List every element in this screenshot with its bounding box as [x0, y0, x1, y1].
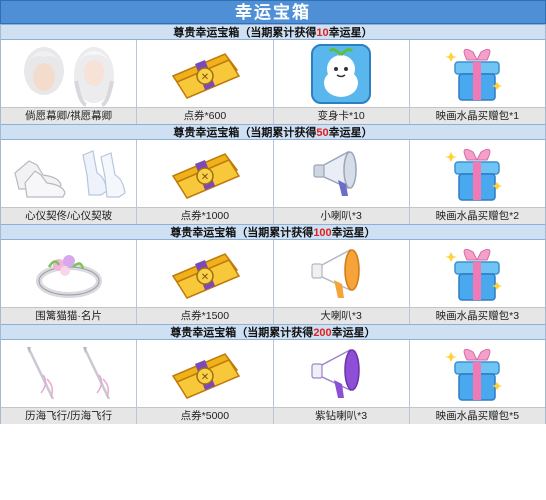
gold-voucher-icon: ✕	[171, 352, 240, 399]
lucky-box-sheet: 幸运宝箱 尊贵幸运宝箱（当期累计获得10幸运星） 倘愿幕卿/祺愿幕卿 ✕ 点券*…	[0, 0, 546, 500]
tier-star-count: 50	[316, 127, 329, 139]
reward-item[interactable]: 小喇叭*3	[273, 140, 410, 224]
tier-200: 尊贵幸运宝箱（当期累计获得200幸运星） 历海飞行/历海飞行 ✕ 点券*5000…	[0, 324, 546, 424]
tier-star-count: 10	[316, 27, 329, 39]
reward-label: 映画水晶买赠包*5	[409, 407, 545, 424]
reward-item[interactable]: ✕ 点券*1000	[137, 140, 274, 224]
reward-label: 点券*5000	[137, 407, 273, 424]
small-megaphone-icon	[313, 150, 357, 196]
reward-item[interactable]: ✕ 点券*5000	[137, 340, 274, 424]
reward-label: 历海飞行/历海飞行	[1, 407, 137, 424]
gold-voucher-icon: ✕	[171, 152, 240, 199]
reward-label: 围篱猫猫·名片	[1, 307, 137, 324]
hair-avatar-icon	[23, 46, 114, 107]
gift-box-icon	[445, 248, 503, 301]
reward-label: 映画水晶买赠包*2	[409, 207, 545, 224]
tier-50: 尊贵幸运宝箱（当期累计获得50幸运星） 心仪契佟/心仪契玻 ✕ 点券*1000 …	[0, 124, 546, 224]
reward-row: 历海飞行/历海飞行 ✕ 点券*5000 紫钻喇叭*3 映画水晶买赠包*5	[1, 340, 545, 424]
reward-item[interactable]: 映画水晶买赠包*2	[409, 140, 545, 224]
svg-text:✕: ✕	[201, 172, 209, 183]
gift-box-icon	[445, 348, 503, 401]
reward-row: 围篱猫猫·名片 ✕ 点券*1500 大喇叭*3 映画水晶买赠包*3	[1, 240, 545, 324]
reward-item[interactable]: 围篱猫猫·名片	[1, 240, 138, 324]
reward-label: 大喇叭*3	[273, 307, 409, 324]
tier-header: 尊贵幸运宝箱（当期累计获得100幸运星）	[1, 224, 545, 240]
reward-item[interactable]: 映画水晶买赠包*1	[409, 40, 545, 124]
reward-row: 心仪契佟/心仪契玻 ✕ 点券*1000 小喇叭*3 映画水晶买赠包*2	[1, 140, 545, 224]
reward-label: 心仪契佟/心仪契玻	[1, 207, 137, 224]
wand-icon	[26, 346, 110, 400]
tier-star-count: 100	[313, 227, 332, 239]
reward-label: 变身卡*10	[273, 107, 409, 124]
shoes-icon	[13, 149, 126, 198]
reward-item[interactable]: 大喇叭*3	[273, 240, 410, 324]
reward-label: 小喇叭*3	[273, 207, 409, 224]
tier-header: 尊贵幸运宝箱（当期累计获得50幸运星）	[1, 124, 545, 140]
reward-item[interactable]: 变身卡*10	[273, 40, 410, 124]
svg-text:✕: ✕	[201, 372, 209, 383]
reward-label: 映画水晶买赠包*3	[409, 307, 545, 324]
reward-label: 映画水晶买赠包*1	[409, 107, 545, 124]
reward-item[interactable]: 心仪契佟/心仪契玻	[1, 140, 138, 224]
reward-item[interactable]: 映画水晶买赠包*3	[409, 240, 545, 324]
reward-label: 点券*1000	[137, 207, 273, 224]
svg-text:✕: ✕	[201, 72, 209, 83]
reward-item[interactable]: 倘愿幕卿/祺愿幕卿	[1, 40, 138, 124]
transform-card-icon	[311, 43, 372, 104]
reward-row: 倘愿幕卿/祺愿幕卿 ✕ 点券*600 变身卡*10 映画水晶买赠包*1	[1, 40, 545, 124]
reward-item[interactable]: 历海飞行/历海飞行	[1, 340, 138, 424]
gold-voucher-icon: ✕	[171, 252, 240, 299]
tier-100: 尊贵幸运宝箱（当期累计获得100幸运星） 围篱猫猫·名片 ✕ 点券*1500 大…	[0, 224, 546, 324]
reward-label: 点券*1500	[137, 307, 273, 324]
tier-10: 尊贵幸运宝箱（当期累计获得10幸运星） 倘愿幕卿/祺愿幕卿 ✕ 点券*600 变…	[0, 24, 546, 124]
purple-megaphone-icon	[311, 348, 360, 398]
page-title: 幸运宝箱	[0, 0, 546, 24]
reward-label: 点券*600	[137, 107, 273, 124]
tier-header: 尊贵幸运宝箱（当期累计获得10幸运星）	[1, 24, 545, 40]
flower-ring-icon	[35, 254, 102, 298]
reward-item[interactable]: 映画水晶买赠包*5	[409, 340, 545, 424]
reward-item[interactable]: 紫钻喇叭*3	[273, 340, 410, 424]
svg-text:✕: ✕	[201, 272, 209, 283]
reward-label: 倘愿幕卿/祺愿幕卿	[1, 107, 137, 124]
gift-box-icon	[445, 148, 503, 201]
reward-item[interactable]: ✕ 点券*1500	[137, 240, 274, 324]
reward-item[interactable]: ✕ 点券*600	[137, 40, 274, 124]
reward-label: 紫钻喇叭*3	[273, 407, 409, 424]
tier-header: 尊贵幸运宝箱（当期累计获得200幸运星）	[1, 324, 545, 340]
large-megaphone-icon	[311, 248, 360, 298]
gift-box-icon	[445, 48, 503, 101]
gold-voucher-icon: ✕	[171, 52, 240, 99]
tier-star-count: 200	[313, 327, 332, 339]
